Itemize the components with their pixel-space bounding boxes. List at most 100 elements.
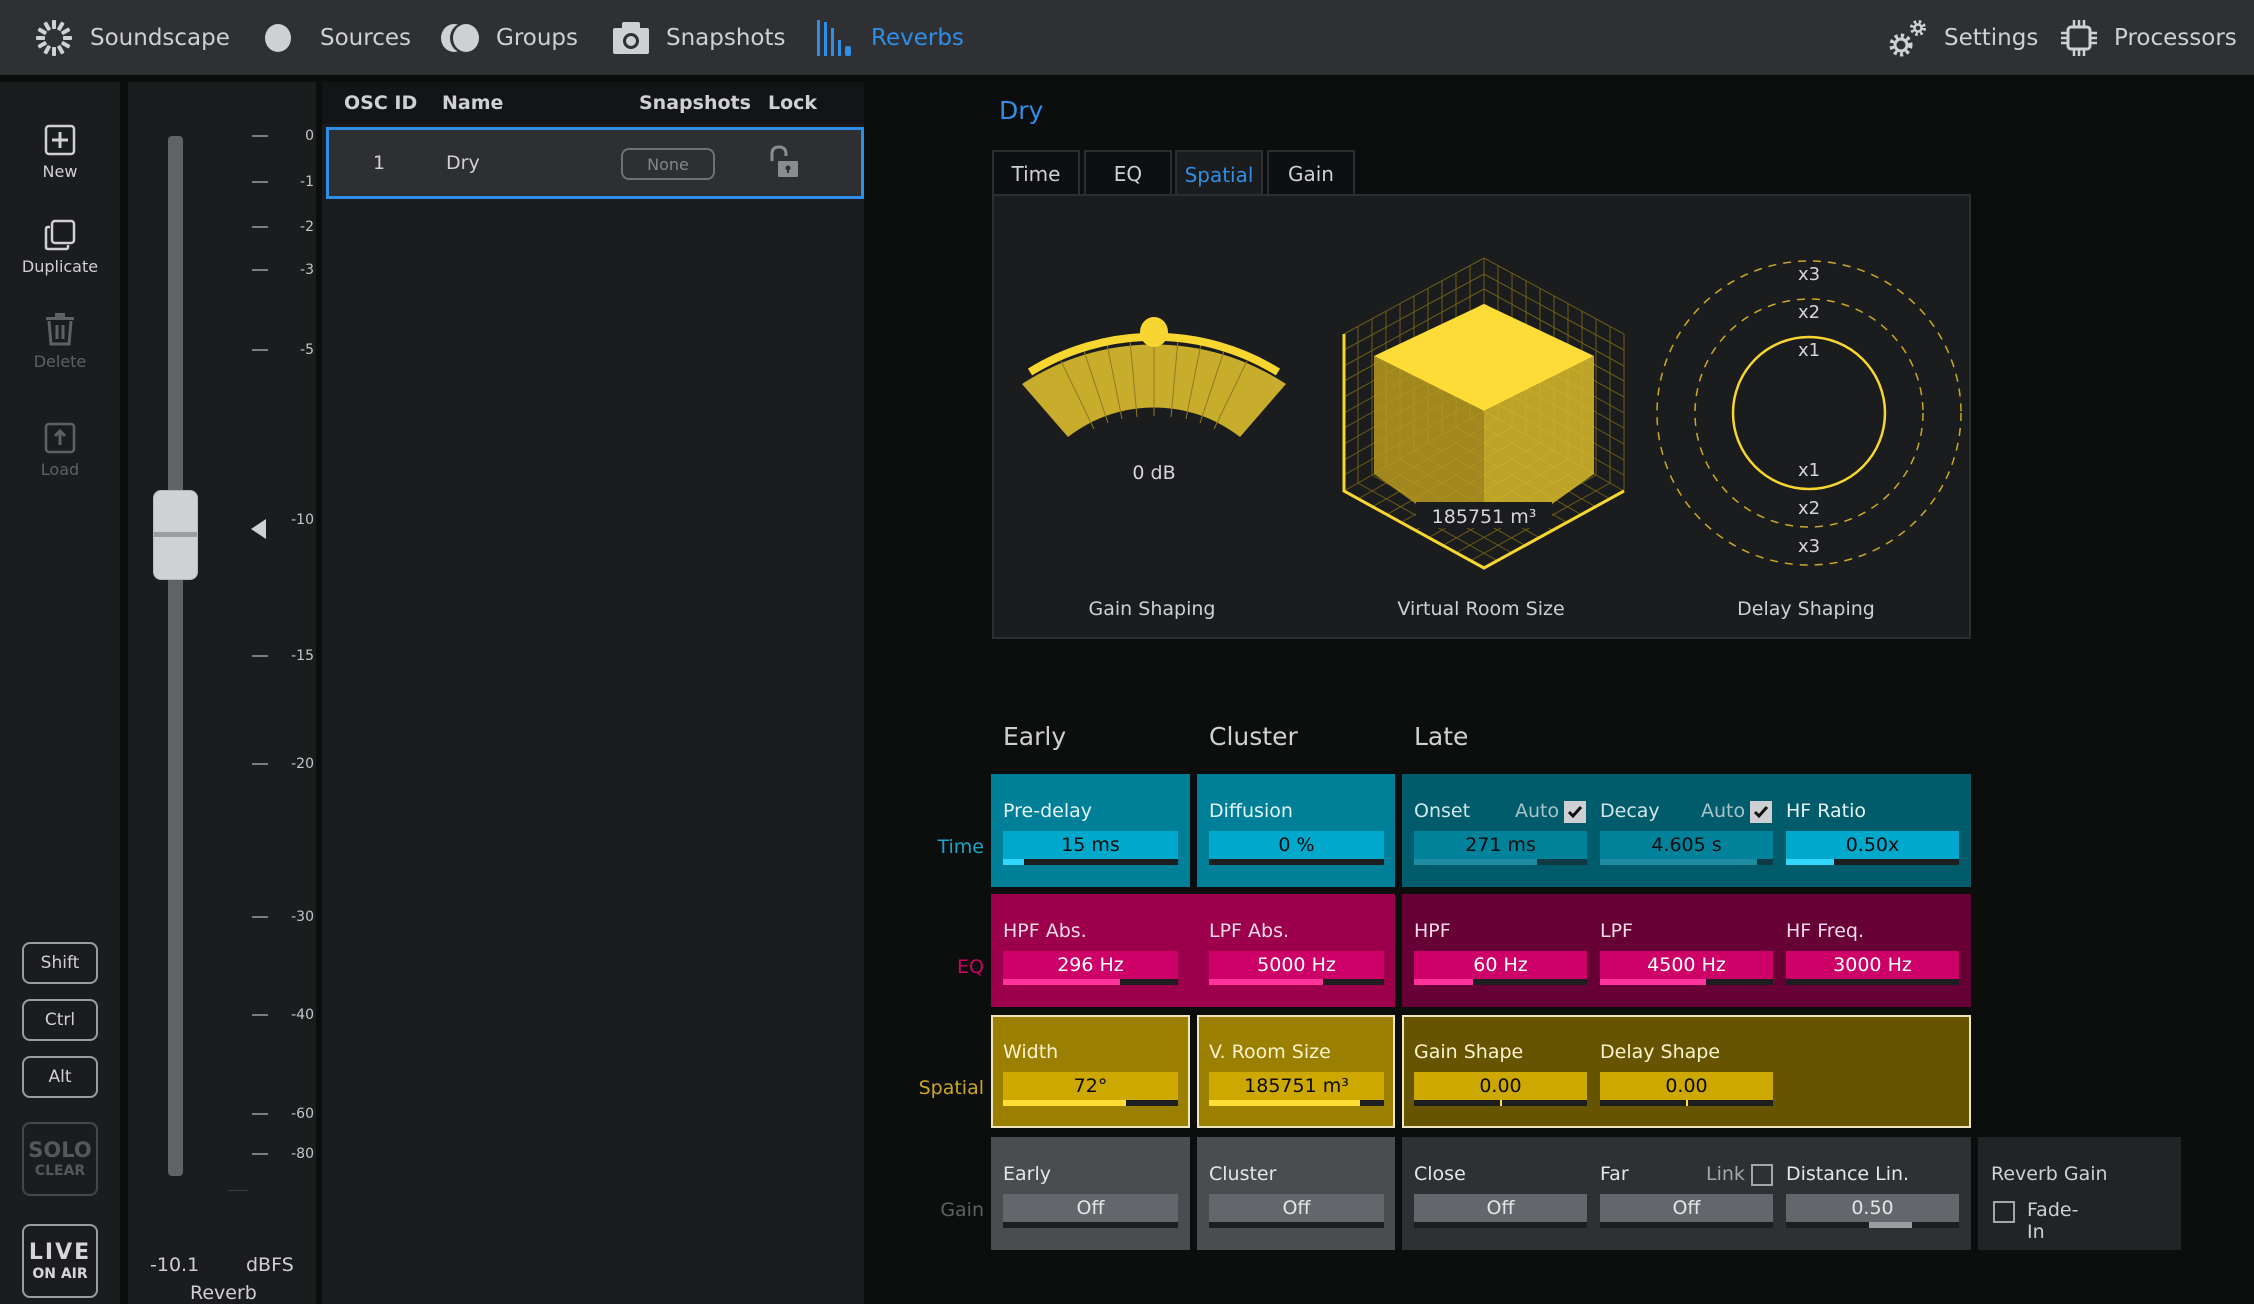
tick-label: -15 bbox=[291, 648, 314, 664]
shift-button[interactable]: Shift bbox=[22, 942, 98, 984]
tick-label: -60 bbox=[291, 1106, 314, 1122]
column-early: Early bbox=[1003, 722, 1067, 751]
alt-button[interactable]: Alt bbox=[22, 1056, 98, 1098]
gain-shaping-graphic[interactable]: 0 dB bbox=[1004, 286, 1304, 496]
lpf-value[interactable]: 4500 Hz bbox=[1600, 951, 1773, 979]
onset-label: Onset bbox=[1414, 800, 1471, 822]
nav-reverbs[interactable]: Reverbs bbox=[815, 0, 964, 75]
hf-freq-value[interactable]: 3000 Hz bbox=[1786, 951, 1959, 979]
trash-icon bbox=[46, 313, 74, 346]
virtual-room-graphic[interactable]: 185751 m³ bbox=[1334, 256, 1634, 576]
diffusion-label: Diffusion bbox=[1209, 800, 1293, 822]
fader-tick: -2 bbox=[252, 217, 316, 237]
gain-far-bar bbox=[1600, 1222, 1773, 1228]
onset-auto-label: Auto bbox=[1515, 800, 1560, 822]
header-name[interactable]: Name bbox=[442, 92, 503, 114]
reverb-list: OSC ID Name Snapshots Lock 1 Dry None bbox=[322, 82, 864, 1304]
live-label: LIVE bbox=[28, 1239, 92, 1265]
tick-label: -10 bbox=[291, 512, 314, 528]
width-value[interactable]: 72° bbox=[1003, 1072, 1178, 1100]
gain-shape-label: Gain Shape bbox=[1414, 1041, 1524, 1063]
new-label: New bbox=[42, 162, 78, 181]
gain-close-value[interactable]: Off bbox=[1414, 1194, 1587, 1222]
room-size-param-value[interactable]: 185751 m³ bbox=[1209, 1072, 1384, 1100]
tick-label: -30 bbox=[291, 909, 314, 925]
tab-eq[interactable]: EQ bbox=[1084, 150, 1172, 195]
unlock-icon[interactable] bbox=[768, 145, 800, 179]
gain-far-value[interactable]: Off bbox=[1600, 1194, 1773, 1222]
delete-button[interactable]: Delete bbox=[0, 312, 120, 371]
tick-mark bbox=[252, 1014, 268, 1016]
gain-shape-center-mark bbox=[1499, 1100, 1502, 1106]
lpf-abs-value[interactable]: 5000 Hz bbox=[1209, 951, 1384, 979]
diffusion-value[interactable]: 0 % bbox=[1209, 831, 1384, 859]
tick-label: -3 bbox=[300, 262, 314, 278]
onset-auto-checkbox[interactable] bbox=[1564, 801, 1586, 823]
row-label-gain: Gain bbox=[940, 1199, 984, 1221]
tab-spatial[interactable]: Spatial bbox=[1175, 150, 1263, 197]
tab-gain[interactable]: Gain bbox=[1267, 150, 1355, 195]
ctrl-button[interactable]: Ctrl bbox=[22, 999, 98, 1041]
predelay-label: Pre-delay bbox=[1003, 800, 1092, 822]
fade-in-checkbox[interactable] bbox=[1993, 1201, 2015, 1223]
lpf-bar bbox=[1600, 979, 1773, 985]
nav-sources[interactable]: Sources bbox=[264, 0, 411, 75]
header-osc-id[interactable]: OSC ID bbox=[344, 92, 417, 114]
gain-shape-value[interactable]: 0.00 bbox=[1414, 1072, 1587, 1100]
fader-tick: 0 bbox=[252, 126, 316, 146]
duplicate-button[interactable]: Duplicate bbox=[0, 219, 120, 276]
decay-value[interactable]: 4.605 s bbox=[1600, 831, 1773, 859]
sources-icon bbox=[265, 23, 291, 52]
list-row[interactable]: 1 Dry None bbox=[326, 127, 864, 199]
hpf-bar bbox=[1414, 979, 1587, 985]
solo-clear-button[interactable]: SOLO CLEAR bbox=[22, 1122, 98, 1196]
width-fill bbox=[1003, 1100, 1126, 1106]
fader-track[interactable] bbox=[168, 136, 183, 1176]
fader-value: -10.1 bbox=[150, 1254, 200, 1276]
hpf-value[interactable]: 60 Hz bbox=[1414, 951, 1587, 979]
tick-mark bbox=[252, 1113, 268, 1115]
tick-label: 0 bbox=[305, 128, 314, 144]
nav-processors[interactable]: Processors bbox=[2060, 0, 2237, 75]
row-snapshots-button[interactable]: None bbox=[621, 148, 715, 180]
onset-value[interactable]: 271 ms bbox=[1414, 831, 1587, 859]
gain-early-value[interactable]: Off bbox=[1003, 1194, 1178, 1222]
new-button[interactable]: New bbox=[0, 124, 120, 181]
load-button[interactable]: Load bbox=[0, 422, 120, 479]
fader-tick: -20 bbox=[252, 754, 316, 774]
tab-time[interactable]: Time bbox=[992, 150, 1080, 195]
ring-label: x3 bbox=[1798, 536, 1820, 557]
hf-ratio-label: HF Ratio bbox=[1786, 800, 1867, 822]
gain-far-label: Far bbox=[1600, 1163, 1629, 1185]
hf-ratio-value[interactable]: 0.50x bbox=[1786, 831, 1959, 859]
delay-shape-center-mark bbox=[1685, 1100, 1688, 1106]
tick-mark bbox=[252, 226, 268, 228]
header-snapshots[interactable]: Snapshots bbox=[639, 92, 751, 114]
nav-soundscape[interactable]: Soundscape bbox=[34, 0, 230, 75]
nav-snapshots[interactable]: Snapshots bbox=[612, 0, 786, 75]
predelay-value[interactable]: 15 ms bbox=[1003, 831, 1178, 859]
decay-auto-checkbox[interactable] bbox=[1750, 801, 1772, 823]
row-name: Dry bbox=[446, 152, 480, 174]
hpf-abs-value[interactable]: 296 Hz bbox=[1003, 951, 1178, 979]
gain-handle[interactable] bbox=[1140, 317, 1168, 347]
onset-fill bbox=[1414, 859, 1537, 865]
tick-mark bbox=[252, 1153, 268, 1155]
nav-settings[interactable]: Settings bbox=[1888, 0, 2038, 75]
gain-shape-bar bbox=[1414, 1100, 1587, 1106]
decay-fill bbox=[1600, 859, 1758, 865]
live-on-air-button[interactable]: LIVE ON AIR bbox=[22, 1224, 98, 1298]
nav-groups[interactable]: Groups bbox=[440, 0, 578, 75]
reverb-title: Dry bbox=[999, 96, 1044, 125]
gain-close-bar bbox=[1414, 1222, 1587, 1228]
link-checkbox[interactable] bbox=[1751, 1164, 1773, 1186]
delay-shaping-graphic[interactable]: x3 x2 x1 x1 x2 x3 bbox=[1654, 258, 1964, 568]
header-lock[interactable]: Lock bbox=[768, 92, 817, 114]
list-header: OSC ID Name Snapshots Lock bbox=[322, 82, 864, 124]
tick-label: -40 bbox=[291, 1007, 314, 1023]
delay-shape-value[interactable]: 0.00 bbox=[1600, 1072, 1773, 1100]
scale-bottom-line bbox=[228, 1190, 248, 1191]
distance-lin-value[interactable]: 0.50 bbox=[1786, 1194, 1959, 1222]
fader-thumb[interactable] bbox=[153, 490, 198, 580]
gain-cluster-value[interactable]: Off bbox=[1209, 1194, 1384, 1222]
